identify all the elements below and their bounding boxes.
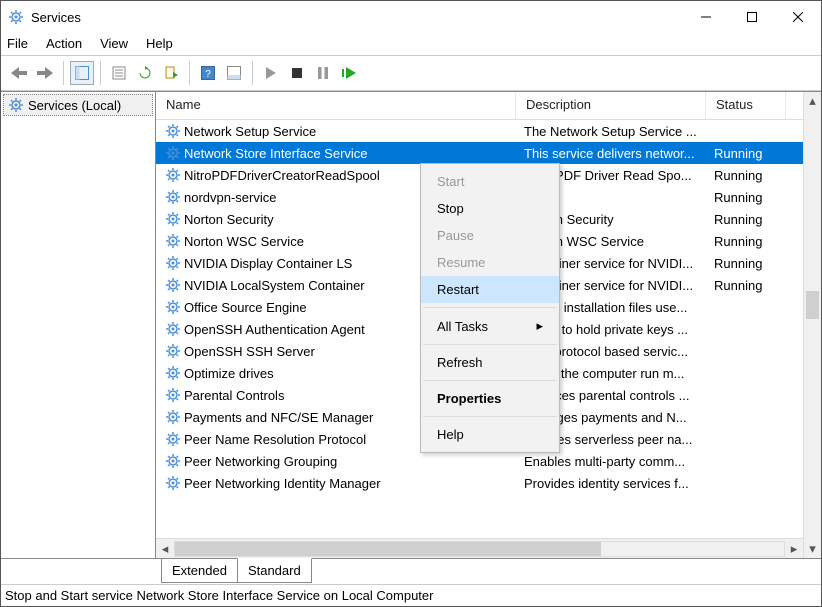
status-text: Stop and Start service Network Store Int… <box>5 588 433 603</box>
menu-view[interactable]: View <box>100 36 128 51</box>
main-split: Services (Local) Name Description Status… <box>1 91 821 558</box>
ctx-start: Start <box>421 168 559 195</box>
ctx-pause: Pause <box>421 222 559 249</box>
window-title: Services <box>31 10 683 25</box>
service-description: Provides identity services f... <box>524 476 714 491</box>
chevron-right-icon: ▸ <box>536 318 543 334</box>
details-pane-button[interactable] <box>222 61 246 85</box>
menu-help[interactable]: Help <box>146 36 173 51</box>
gear-icon <box>164 321 182 337</box>
scroll-down-icon[interactable]: ▾ <box>804 540 821 558</box>
svg-text:?: ? <box>205 69 211 80</box>
gear-icon <box>164 167 182 183</box>
service-description: Enables multi-party comm... <box>524 454 714 469</box>
service-status: Running <box>714 212 794 227</box>
stop-service-button[interactable] <box>285 61 309 85</box>
maximize-button[interactable] <box>729 1 775 33</box>
service-name: Network Store Interface Service <box>184 146 524 161</box>
tree-item-services-local[interactable]: Services (Local) <box>3 94 153 116</box>
export-list-button[interactable] <box>159 61 183 85</box>
service-row[interactable]: Peer Networking Identity ManagerProvides… <box>156 472 821 494</box>
back-button[interactable] <box>7 61 31 85</box>
gear-icon <box>164 189 182 205</box>
refresh-button[interactable] <box>133 61 157 85</box>
services-app-icon <box>7 8 25 26</box>
ctx-restart[interactable]: Restart <box>421 276 559 303</box>
service-status: Running <box>714 190 794 205</box>
gear-icon <box>164 343 182 359</box>
service-description: This service delivers networ... <box>524 146 714 161</box>
forward-button[interactable] <box>33 61 57 85</box>
statusbar: Stop and Start service Network Store Int… <box>1 584 821 606</box>
pause-service-button[interactable] <box>311 61 335 85</box>
service-name: Network Setup Service <box>184 124 524 139</box>
service-name: Peer Networking Identity Manager <box>184 476 524 491</box>
toolbar: ? <box>1 55 821 91</box>
tab-extended[interactable]: Extended <box>161 559 238 583</box>
col-description[interactable]: Description <box>516 92 706 119</box>
gear-icon <box>164 255 182 271</box>
menu-file[interactable]: File <box>7 36 28 51</box>
view-tabs: Extended Standard <box>1 558 821 584</box>
menubar: File Action View Help <box>1 33 821 55</box>
ctx-resume: Resume <box>421 249 559 276</box>
properties-button[interactable] <box>107 61 131 85</box>
vertical-scrollbar[interactable]: ▴ ▾ <box>803 92 821 558</box>
scroll-thumb[interactable] <box>806 291 819 319</box>
ctx-stop[interactable]: Stop <box>421 195 559 222</box>
tab-standard[interactable]: Standard <box>237 558 312 583</box>
service-name: Peer Networking Grouping <box>184 454 524 469</box>
start-service-button[interactable] <box>259 61 283 85</box>
help-button[interactable]: ? <box>196 61 220 85</box>
gear-icon <box>164 409 182 425</box>
gear-icon <box>164 299 182 315</box>
scroll-right-icon[interactable]: ▸ <box>785 540 803 558</box>
service-status: Running <box>714 146 794 161</box>
minimize-button[interactable] <box>683 1 729 33</box>
gear-icon <box>164 233 182 249</box>
gear-icon <box>164 145 182 161</box>
service-row[interactable]: Network Setup ServiceThe Network Setup S… <box>156 120 821 142</box>
tree-item-label: Services (Local) <box>28 98 121 113</box>
gear-icon <box>164 277 182 293</box>
titlebar: Services <box>1 1 821 33</box>
show-hide-tree-button[interactable] <box>70 61 94 85</box>
ctx-help[interactable]: Help <box>421 421 559 448</box>
gear-icon <box>164 475 182 491</box>
scroll-left-icon[interactable]: ◂ <box>156 540 174 558</box>
gear-icon <box>164 453 182 469</box>
gear-icon <box>164 365 182 381</box>
service-row[interactable]: Network Store Interface ServiceThis serv… <box>156 142 821 164</box>
service-description: The Network Setup Service ... <box>524 124 714 139</box>
close-button[interactable] <box>775 1 821 33</box>
service-status: Running <box>714 234 794 249</box>
list-header: Name Description Status <box>156 92 821 120</box>
service-row[interactable]: Peer Networking GroupingEnables multi-pa… <box>156 450 821 472</box>
gear-icon <box>164 123 182 139</box>
horizontal-scrollbar[interactable]: ◂ ▸ <box>156 538 803 558</box>
service-status: Running <box>714 256 794 271</box>
menu-action[interactable]: Action <box>46 36 82 51</box>
scroll-up-icon[interactable]: ▴ <box>804 92 821 110</box>
service-status: Running <box>714 168 794 183</box>
ctx-properties[interactable]: Properties <box>421 385 559 412</box>
gear-icon <box>164 211 182 227</box>
ctx-all-tasks[interactable]: All Tasks▸ <box>421 312 559 340</box>
context-menu: Start Stop Pause Resume Restart All Task… <box>420 163 560 453</box>
gear-icon <box>164 431 182 447</box>
gear-icon <box>8 97 24 113</box>
service-status: Running <box>714 278 794 293</box>
col-name[interactable]: Name <box>156 92 516 119</box>
restart-service-button[interactable] <box>337 61 361 85</box>
ctx-refresh[interactable]: Refresh <box>421 349 559 376</box>
gear-icon <box>164 387 182 403</box>
tree-pane: Services (Local) <box>1 92 156 558</box>
hscroll-thumb[interactable] <box>175 542 601 556</box>
col-status[interactable]: Status <box>706 92 786 119</box>
